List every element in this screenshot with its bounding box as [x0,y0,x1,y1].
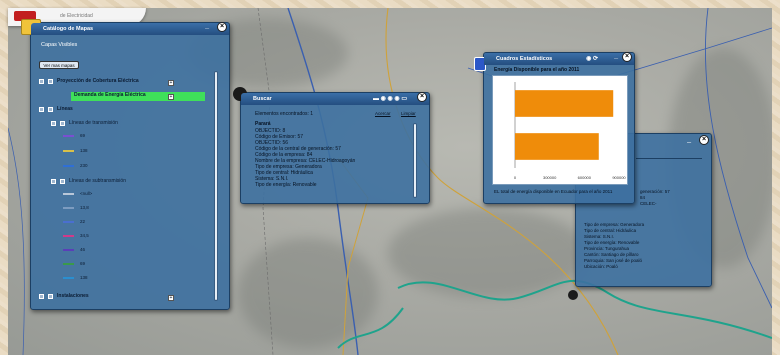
stats-toolbar-icons[interactable]: ◉ ⟳ [586,55,598,62]
add-icon[interactable]: + [168,80,174,86]
bar-1 [515,133,599,160]
result-heading: Parará [255,121,271,127]
minimize-button[interactable]: _ [687,136,691,143]
legend-item: 138 [63,275,88,280]
detail-line: CELEC- [640,201,657,206]
expand-toggle-icon[interactable] [39,106,44,112]
legend-item: 230 [63,163,88,168]
chart-caption: EL total de energía disponible en Ecuado… [494,189,613,194]
legend-item: 34,5 [63,233,89,238]
detail-line: Cantón: Santiago de píllaro [584,252,639,257]
add-icon[interactable]: + [168,295,174,301]
layer-row-transmission[interactable]: Líneas de transmisión [51,120,118,129]
layer-label: Líneas de subtransmisión [69,178,126,184]
search-title: Buscar [253,96,272,102]
add-icon[interactable]: + [168,94,174,100]
legend-item: 138 [63,148,88,153]
visible-layers-label: Capas Visibles [41,42,78,48]
close-button[interactable]: × [699,135,709,145]
result-line: Tipo de energía: Renovable [255,182,317,188]
detail-line: Tipo de energía: Renovable [584,240,640,245]
stats-title: Cuadros Estadísticos [496,56,553,62]
layer-checkbox[interactable] [48,293,53,299]
minimize-button[interactable]: _ [614,53,618,60]
expand-toggle-icon[interactable] [51,120,56,126]
x-tick-label: 300000 [543,175,557,180]
legend-item: 46 [63,247,85,252]
catalog-title: Catálogo de Mapas [43,26,94,32]
x-tick-label: 600000 [578,175,592,180]
close-button[interactable]: × [622,52,632,62]
x-tick-label: 900000 [612,175,626,180]
legend-item: 69 [63,261,85,266]
detail-line: 84 [640,195,646,200]
x-tick-label: 0 [514,175,517,180]
detail-line: Sistema: S.N.I. [584,234,615,239]
legend-item: 13,8 [63,205,89,210]
expand-toggle-icon[interactable] [51,178,56,184]
search-panel: Buscar ▬ ◉ ◉ ◉ ▭ × Elementos encontrados… [233,87,430,204]
minimize-button[interactable]: _ [205,23,209,30]
search-title-bar[interactable]: Buscar ▬ ◉ ◉ ◉ ▭ × [241,92,429,105]
results-count: Elementos encontrados: 1 [255,111,314,117]
layer-label: Demanda de Energía Eléctrica [74,92,146,98]
layer-row-lines[interactable]: Líneas [39,106,73,115]
layer-row-coverage[interactable]: Proyección de Cobertura Eléctrica [39,78,139,87]
layer-label: Instalaciones [57,293,89,299]
statistics-panel: Cuadros Estadísticos ◉ ⟳ _ × Energía Dis… [474,52,635,204]
energy-bar-chart: 0 300000 600000 900000 [492,75,628,185]
layer-row-installations[interactable]: Instalaciones [39,293,89,302]
close-button[interactable]: × [217,22,227,32]
layer-checkbox[interactable] [60,120,65,126]
detail-line: Provincia: Tungurahua [584,246,630,251]
expand-toggle-icon[interactable] [39,293,44,299]
layer-label: Líneas de transmisión [69,120,118,126]
catalog-title-bar[interactable]: Catálogo de Mapas _ × [31,22,229,35]
zoom-link[interactable]: Acercar [375,111,391,116]
search-scrollbar[interactable] [413,123,417,198]
expand-toggle-icon[interactable] [39,78,44,84]
layer-row-demand[interactable]: Demanda de Energía Eléctrica [71,92,205,101]
catalog-scrollbar[interactable] [214,71,218,301]
detail-line: Tipo de empresa: Generadora [584,222,645,227]
stats-title-bar[interactable]: Cuadros Estadísticos ◉ ⟳ _ × [484,52,634,65]
close-button[interactable]: × [417,92,427,102]
legend-item: <null> [63,191,92,196]
detail-line: Parroquia: San josé de poaló [584,258,643,263]
detail-line: Tipo de central: Hidráulica [584,228,637,233]
layer-label: Proyección de Cobertura Eléctrica [57,78,139,84]
layer-row-subtransmission[interactable]: Líneas de subtransmisión [51,178,126,187]
layer-checkbox[interactable] [48,106,53,112]
chart-title: Energía Disponible para el año 2011 [494,67,580,73]
more-maps-button[interactable]: Ver mas mapas [39,61,79,69]
logo-caption: de Electricidad [60,13,93,19]
map-catalog-panel: Catálogo de Mapas _ × Capas Visibles Ver… [21,19,230,310]
detail-line: generación: 57 [640,189,670,194]
layer-label: Líneas [57,106,73,112]
chart-svg: 0 300000 600000 900000 [514,82,626,180]
legend-item: 22 [63,219,85,224]
layer-checkbox[interactable] [48,78,53,84]
bar-0 [515,90,614,117]
detail-line: Ubicación: Poaló [584,264,618,269]
layer-checkbox[interactable] [60,178,65,184]
toolbar-icons[interactable]: ▬ ◉ ◉ ◉ ▭ [373,95,407,102]
clear-link[interactable]: Limpiar [401,111,416,116]
legend-item: 69 [63,133,85,138]
